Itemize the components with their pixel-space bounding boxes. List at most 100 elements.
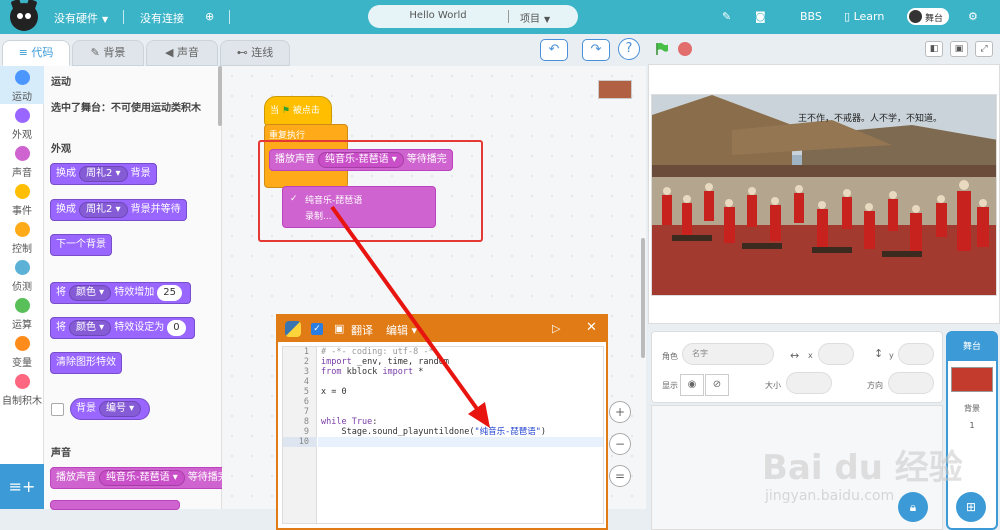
zoom-in-button[interactable]: + [609,401,631,423]
effect-value-input[interactable]: 0 [167,320,186,336]
normal-stage-icon[interactable]: ▣ [950,41,968,57]
line-number: 4 [303,377,309,387]
change-effect-block[interactable]: 将颜色 ▾ 特效增加 25 [50,282,191,304]
category-variables[interactable]: 变量 [0,332,44,370]
tab-connect[interactable]: ⊷ 连线 [220,40,290,66]
learn-link[interactable]: ▯ Learn [844,10,884,23]
backdrop-dropdown[interactable]: 周礼2 ▾ [79,166,128,182]
set-effect-block[interactable]: 将颜色 ▾ 特效设定为 0 [50,317,195,339]
backdrop-reporter-block[interactable]: 背景 编号 ▾ [70,398,151,420]
category-sound[interactable]: 声音 [0,142,44,180]
undo-button[interactable]: ↶ [540,39,568,61]
switch-backdrop-block[interactable]: 换成 周礼2 ▾ 背景 [50,163,157,185]
switch-backdrop-wait-block[interactable]: 换成 周礼2 ▾ 背景并等待 [50,199,187,221]
close-icon[interactable]: ✕ [586,320,597,335]
python-icon [285,321,301,337]
clear-effects-block[interactable]: 清除图形特效 [50,352,122,374]
sound-dropdown[interactable]: 纯音乐-琵琶语 ▾ [99,470,185,486]
show-eye-icon[interactable]: ◉ [680,374,704,396]
edit-menu[interactable]: 编辑 ▾ [386,322,417,338]
redo-button[interactable]: ↷ [582,39,610,61]
pencil-icon[interactable]: ✎ [722,10,731,23]
direction-input[interactable] [888,372,934,394]
tab-code[interactable]: ≡ 代码 [2,40,70,66]
help-button[interactable]: ? [618,38,640,60]
category-motion[interactable]: 运动 [0,66,44,104]
terminal-icon[interactable]: ▣ [334,322,344,335]
project-menu[interactable]: 项目 ▼ [520,10,550,25]
app-logo[interactable] [10,3,38,31]
category-label: 运动 [12,92,32,103]
fullscreen-icon[interactable]: ⤢ [975,41,993,57]
motion-dot-icon [14,70,30,85]
when-flag-clicked-block[interactable]: 当 ⚑ 被点击 [264,96,332,126]
block-text: 背景并等待 [130,204,181,215]
play-sound-until-done-block[interactable]: 播放声音 纯音乐-琵琶语 ▾ 等待播完 [50,467,234,489]
project-menu-label: 项目 [520,14,540,25]
arrows-horizontal-icon: ↔ [790,349,800,362]
project-title-box[interactable]: Hello World 项目 ▼ [368,5,578,28]
next-sound-block[interactable] [50,500,180,510]
tab-sound[interactable]: ◀ 声音 [146,40,218,66]
next-backdrop-block[interactable]: 下一个背景 [50,234,112,256]
stage-panel-header: 舞台 [948,333,996,361]
green-flag-icon[interactable] [655,42,669,56]
effect-dropdown[interactable]: 颜色 ▾ [69,285,112,301]
sound-dot-icon [14,146,30,161]
zoom-reset-button[interactable]: = [609,465,631,487]
watermark-url: jingyan.baidu.com [765,488,895,504]
line-number: 2 [303,357,309,367]
hide-eye-icon[interactable]: ⊘ [705,374,729,396]
category-label: 侦测 [12,282,32,293]
chevron-down-icon: ▾ [411,324,418,337]
category-looks[interactable]: 外观 [0,104,44,142]
effect-amount-input[interactable]: 25 [157,285,182,301]
stage-toggle[interactable]: 舞台 [907,8,949,25]
category-events[interactable]: 事件 [0,180,44,218]
play-icon[interactable]: ▷ [552,322,560,335]
y-input[interactable] [898,343,934,365]
category-label: 变量 [12,358,32,369]
green-flag-icon: ⚑ [281,106,290,116]
backdrop-dropdown[interactable]: 周礼2 ▾ [79,202,128,218]
hardware-menu[interactable]: 没有硬件 ▼ [54,10,108,26]
category-control[interactable]: 控制 [0,218,44,256]
backdrop-thumbnail[interactable] [951,367,993,392]
connection-menu[interactable]: 没有连接 [140,10,184,26]
stage-thumbnail [598,80,632,99]
book-icon: ▯ [844,10,854,23]
toggle-knob [909,10,922,23]
add-extension-button[interactable]: ≡+ [0,464,44,509]
checkbox[interactable]: ✓ [311,323,323,335]
bbs-link[interactable]: BBS [800,10,822,23]
size-input[interactable] [786,372,832,394]
camera-icon[interactable]: ◙ [755,10,766,23]
x-label: x [808,351,813,360]
category-my-blocks[interactable]: 自制积木 [0,370,44,408]
stage-canvas[interactable]: 王不作，不戒器。人不学，不知道。 [651,94,997,296]
category-sensing[interactable]: 侦测 [0,256,44,294]
add-backdrop-button[interactable]: ⊞ [956,492,986,522]
globe-icon[interactable]: ⊕ [205,10,214,23]
effect-dropdown[interactable]: 颜色 ▾ [69,320,112,336]
category-operators[interactable]: 运算 [0,294,44,332]
monitor-checkbox[interactable] [51,403,64,416]
sprite-name-input[interactable]: 名字 [682,343,774,365]
dropdown-value: 周礼2 [86,204,113,215]
translate-button[interactable]: 翻译 [351,322,373,338]
report-field-dropdown[interactable]: 编号 ▾ [99,401,142,417]
tab-backdrop[interactable]: ✎ 背景 [72,40,144,66]
small-stage-icon[interactable]: ◧ [925,41,943,57]
tab-connect-label: 连线 [251,46,274,59]
block-text: 被点击 [292,106,320,116]
line-number: 3 [303,367,309,377]
zoom-out-button[interactable]: − [609,433,631,455]
x-input[interactable] [818,343,854,365]
project-title[interactable]: Hello World [368,10,508,21]
gear-icon[interactable]: ⚙ [968,10,978,23]
stop-button[interactable] [678,42,692,56]
lock-icon[interactable]: 🔒︎ [898,492,928,522]
code-area[interactable]: 1 2 3 4 5 6 7 8 9 10 # -*- coding: utf-8 -*- impor… [282,346,604,524]
category-label: 自制积木 [2,396,42,407]
script-scrollbar[interactable] [641,238,645,358]
